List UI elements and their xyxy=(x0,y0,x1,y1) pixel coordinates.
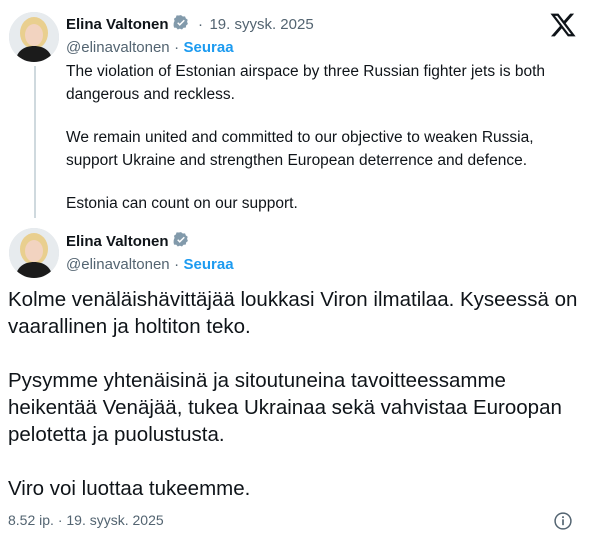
separator: · xyxy=(174,39,180,56)
quoted-follow-button[interactable]: Seuraa xyxy=(184,39,234,56)
quoted-author-handle[interactable]: @elinavaltonen xyxy=(66,39,170,56)
main-author-avatar[interactable] xyxy=(9,228,59,278)
thread-connector-line xyxy=(34,66,36,218)
quoted-author-avatar[interactable] xyxy=(9,12,59,62)
main-post-header: Elina Valtonen xyxy=(66,231,190,254)
quoted-author-name[interactable]: Elina Valtonen xyxy=(66,16,169,33)
info-icon[interactable] xyxy=(553,511,573,531)
main-paragraph: Viro voi luottaa tukeemme. xyxy=(8,477,251,500)
x-logo-icon[interactable] xyxy=(549,11,577,39)
verified-badge-icon xyxy=(172,231,190,254)
quoted-paragraph: The violation of Estonian airspace by th… xyxy=(66,63,546,103)
main-post-body: Kolme venäläishävittäjää loukkasi Viron … xyxy=(8,286,578,529)
quoted-paragraph: Estonia can count on our support. xyxy=(66,195,298,212)
main-author-handle[interactable]: @elinavaltonen xyxy=(66,256,170,273)
quoted-paragraph: We remain united and committed to our ob… xyxy=(66,129,534,169)
main-paragraph: Kolme venäläishävittäjää loukkasi Viron … xyxy=(8,288,578,338)
post-timestamp[interactable]: 8.52 ip. · 19. syysk. 2025 xyxy=(8,512,164,528)
main-follow-button[interactable]: Seuraa xyxy=(184,256,234,273)
main-post-subheader: @elinavaltonen · Seuraa xyxy=(66,256,234,274)
verified-badge-icon xyxy=(172,14,190,37)
main-paragraph: Pysymme yhtenäisinä ja sitoutuneina tavo… xyxy=(8,369,562,446)
main-author-name[interactable]: Elina Valtonen xyxy=(66,233,169,250)
quoted-post-subheader: @elinavaltonen · Seuraa xyxy=(66,39,234,57)
separator: · xyxy=(174,256,180,273)
quoted-post-body: The violation of Estonian airspace by th… xyxy=(66,60,576,235)
separator: · xyxy=(197,16,203,33)
quoted-post-header: Elina Valtonen · 19. syysk. 2025 xyxy=(66,14,314,37)
quoted-post-date[interactable]: 19. syysk. 2025 xyxy=(209,16,313,33)
